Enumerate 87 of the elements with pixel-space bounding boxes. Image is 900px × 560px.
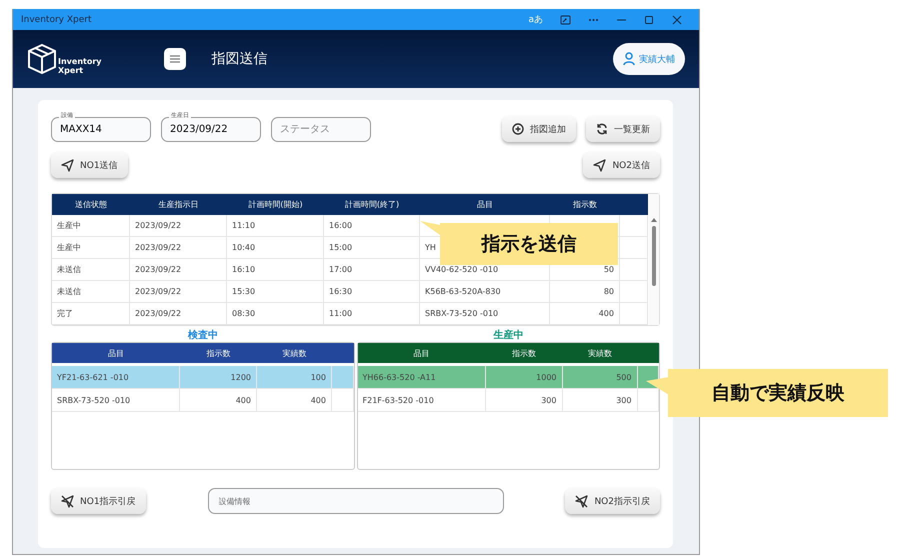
pointer-icon: [646, 377, 669, 395]
table-cell: 400: [550, 303, 620, 325]
table-cell: 完了: [52, 303, 130, 325]
table-cell: SRBX-73-520 -010: [420, 303, 550, 325]
header-cell: [332, 343, 354, 363]
plus-circle-icon: [512, 123, 524, 135]
recall-button[interactable]: NO2指示引戻: [565, 488, 660, 514]
table-cell: YH66-63-520 -A11: [358, 366, 486, 389]
table-title: 検査中: [186, 328, 219, 342]
column-header[interactable]: 実績数: [562, 343, 638, 363]
send-icon: [61, 158, 74, 172]
column-header[interactable]: 指示数: [486, 343, 562, 363]
send-off-icon: [575, 494, 588, 508]
table-cell: 400: [257, 389, 332, 412]
table-cell: 2023/09/22: [130, 237, 227, 259]
table-cell: 未送信: [52, 281, 130, 303]
send-button[interactable]: NO1送信: [51, 152, 128, 178]
table-cell: 17:00: [324, 259, 420, 281]
table-cell: 16:30: [324, 281, 420, 303]
send-icon: [593, 158, 606, 172]
table-cell: 80: [550, 281, 620, 303]
callout-label: 自動で実績反映: [668, 369, 888, 417]
refresh-button[interactable]: 一覧更新: [586, 116, 660, 142]
table-cell: 2023/09/22: [130, 259, 227, 281]
add-button[interactable]: 指図追加: [502, 116, 576, 142]
page-title: 指図送信: [212, 50, 268, 68]
table-cell: 08:30: [227, 303, 324, 325]
input-field[interactable]: ステータス: [271, 116, 371, 142]
input-field[interactable]: 設備情報: [208, 488, 504, 514]
table-cell: 16:00: [324, 215, 420, 237]
input-field[interactable]: 2023/09/22: [161, 116, 261, 142]
user-button[interactable]: 実績大輔: [613, 43, 685, 75]
column-header[interactable]: 計画時間(開始): [227, 194, 324, 215]
window-title: Inventory Xpert: [21, 14, 92, 24]
table-cell: 1200: [180, 366, 257, 389]
table-cell: 未送信: [52, 259, 130, 281]
column-header[interactable]: 指示数: [550, 194, 620, 215]
table-cell: 300: [486, 389, 562, 412]
logo-text: Inventory: [58, 57, 102, 66]
header-cell: [620, 194, 648, 215]
table-cell: 2023/09/22: [130, 281, 227, 303]
table-cell: 100: [257, 366, 332, 389]
input-field[interactable]: MAXX14: [51, 116, 151, 142]
menu-icon: [170, 55, 180, 63]
header-cell: [638, 343, 659, 363]
send-off-icon: [61, 494, 74, 508]
column-header[interactable]: 生産指示日: [130, 194, 227, 215]
cube-icon: [27, 43, 57, 75]
pointer-icon: [420, 221, 440, 235]
column-header[interactable]: 実績数: [257, 343, 332, 363]
table-cell: 生産中: [52, 237, 130, 259]
table-cell: 2023/09/22: [130, 215, 227, 237]
user-icon: [623, 52, 635, 66]
table-cell: 11:00: [324, 303, 420, 325]
maximize-icon[interactable]: [644, 14, 654, 24]
table-cell: 400: [180, 389, 257, 412]
column-header[interactable]: 品目: [420, 194, 550, 215]
table-cell: 生産中: [52, 215, 130, 237]
table-cell: K56B-63-520A-830: [420, 281, 550, 303]
table-cell: 11:10: [227, 215, 324, 237]
logo-text: Xpert: [58, 66, 84, 75]
column-header[interactable]: 計画時間(終了): [324, 194, 420, 215]
table-cell: 16:10: [227, 259, 324, 281]
table-cell: 500: [562, 366, 638, 389]
callout-label: 指示を送信: [440, 223, 618, 265]
table-cell: YF21-63-621 -010: [52, 366, 180, 389]
table-cell: 2023/09/22: [130, 303, 227, 325]
table-cell: 15:00: [324, 237, 420, 259]
table-cell: 15:30: [227, 281, 324, 303]
refresh-icon: [596, 123, 608, 135]
table-cell: 300: [562, 389, 638, 412]
table-cell: 10:40: [227, 237, 324, 259]
table-cell: SRBX-73-520 -010: [52, 389, 180, 412]
cast-icon[interactable]: [560, 14, 570, 24]
scroll-up-icon[interactable]: [651, 218, 657, 222]
table-cell: F21F-63-520 -010: [358, 389, 486, 412]
table-title: 生産中: [492, 328, 524, 342]
column-header[interactable]: 品目: [52, 343, 180, 363]
table-cell: 1000: [486, 366, 562, 389]
scroll-thumb[interactable]: [652, 226, 656, 286]
column-header[interactable]: 品目: [358, 343, 486, 363]
column-header[interactable]: 指示数: [180, 343, 257, 363]
menu-button[interactable]: [164, 48, 186, 70]
recall-button[interactable]: NO1指示引戻: [51, 488, 146, 514]
column-header[interactable]: 送信状態: [52, 194, 130, 215]
send-button[interactable]: NO2送信: [583, 152, 660, 178]
close-icon[interactable]: [672, 14, 682, 24]
